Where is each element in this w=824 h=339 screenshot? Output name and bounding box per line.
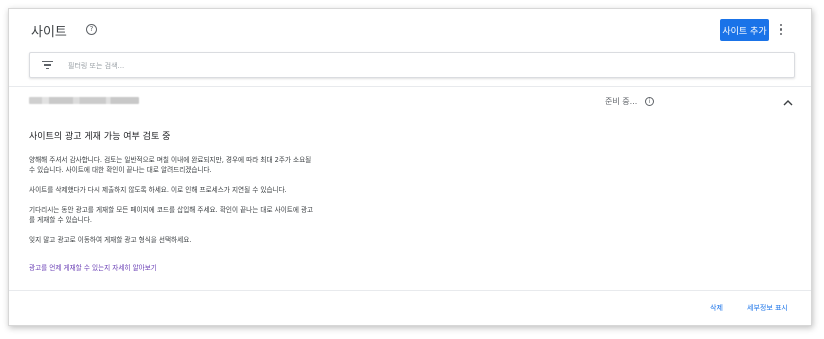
help-circle-icon[interactable]: ? bbox=[86, 24, 97, 35]
chevron-up-icon[interactable] bbox=[783, 98, 793, 108]
search-bar bbox=[29, 52, 795, 78]
add-site-button[interactable]: 사이트 추가 bbox=[720, 19, 769, 41]
learn-more-link[interactable]: 광고를 언제 게재할 수 있는지 자세히 알아보기 bbox=[29, 262, 157, 272]
more-vert-icon[interactable] bbox=[775, 22, 787, 38]
filter-list-icon[interactable] bbox=[42, 61, 53, 70]
review-paragraph-3-line-1: 기다리시는 동안 광고를 게재할 모든 페이지에 코드를 삽입해 주세요. 확인… bbox=[29, 206, 314, 214]
review-paragraph-1-line-2: 수 있습니다. 사이트에 대한 확인이 끝나는 대로 알려드리겠습니다. bbox=[29, 166, 212, 174]
review-paragraph-2: 사이트를 삭제했다가 다시 제출하지 않도록 하세요. 이로 인해 프로세스가 … bbox=[29, 186, 287, 194]
review-paragraph-1: 양해해 주셔서 감사합니다. 검토는 일반적으로 며칠 이내에 완료되지만, 경… bbox=[29, 155, 429, 175]
show-details-button[interactable]: 세부정보 표시 bbox=[747, 303, 788, 313]
page-title: 사이트 bbox=[31, 25, 67, 40]
status-text: 준비 중... bbox=[605, 97, 638, 106]
site-row[interactable]: 준비 중... i bbox=[9, 91, 811, 113]
info-icon[interactable]: i bbox=[645, 97, 654, 106]
card-footer: 삭제 세부정보 표시 bbox=[9, 291, 811, 327]
card-header: 사이트 ? 사이트 추가 bbox=[9, 9, 811, 49]
review-paragraph-3-line-2: 를 게재할 수 있습니다. bbox=[29, 216, 92, 224]
review-heading: 사이트의 광고 게재 가능 여부 검토 중 bbox=[29, 132, 171, 142]
divider bbox=[9, 86, 811, 87]
review-paragraph-4: 잊지 말고 광고로 이동하여 게재할 광고 형식을 선택하세요. bbox=[29, 236, 192, 244]
delete-button[interactable]: 삭제 bbox=[710, 303, 723, 313]
review-paragraph-3: 기다리시는 동안 광고를 게재할 모든 페이지에 코드를 삽입해 주세요. 확인… bbox=[29, 205, 429, 225]
search-input[interactable] bbox=[66, 56, 770, 76]
review-details: 사이트의 광고 게재 가능 여부 검토 중 양해해 주셔서 감사합니다. 검토는… bbox=[29, 129, 429, 274]
site-url-redacted bbox=[29, 97, 139, 104]
review-paragraph-1-line-1: 양해해 주셔서 감사합니다. 검토는 일반적으로 며칠 이내에 완료되지만, 경… bbox=[29, 156, 312, 164]
sites-card: 사이트 ? 사이트 추가 준비 중... i 사이트의 광고 게재 가능 여부 … bbox=[8, 8, 812, 326]
